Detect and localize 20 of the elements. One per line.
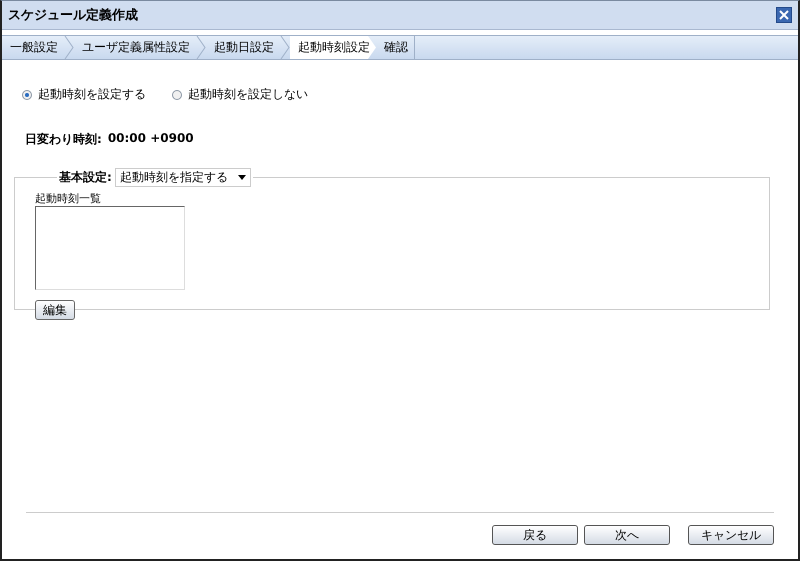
wizard-step[interactable]: ユーザ定義属性設定 (74, 36, 196, 59)
wizard-step[interactable]: 起動時刻設定 (290, 36, 376, 59)
dialog-button[interactable]: 戻る (492, 525, 578, 545)
wizard-step[interactable]: 起動日設定 (206, 36, 280, 59)
window-title: スケジュール定義作成 (8, 6, 138, 24)
wizard-step[interactable]: 一般設定 (2, 36, 64, 59)
radio-button[interactable] (22, 90, 32, 100)
wizard-step[interactable]: 確認 (376, 36, 415, 59)
edit-button[interactable]: 編集 (35, 300, 75, 320)
group-label: 基本設定: (59, 169, 112, 186)
close-icon (779, 10, 789, 20)
mode-dropdown[interactable]: 起動時刻を指定する (114, 168, 251, 187)
day-change-value: 00:00 +0900 (108, 131, 194, 147)
day-change-label: 日変わり時刻: (25, 131, 102, 148)
dialog-button[interactable]: 次へ (584, 525, 670, 545)
caret-icon (238, 175, 246, 180)
list-label: 起動時刻一覧 (35, 191, 102, 206)
dialog-button[interactable]: キャンセル (688, 525, 774, 545)
radio-button[interactable] (172, 90, 182, 100)
close-button[interactable] (776, 7, 792, 23)
